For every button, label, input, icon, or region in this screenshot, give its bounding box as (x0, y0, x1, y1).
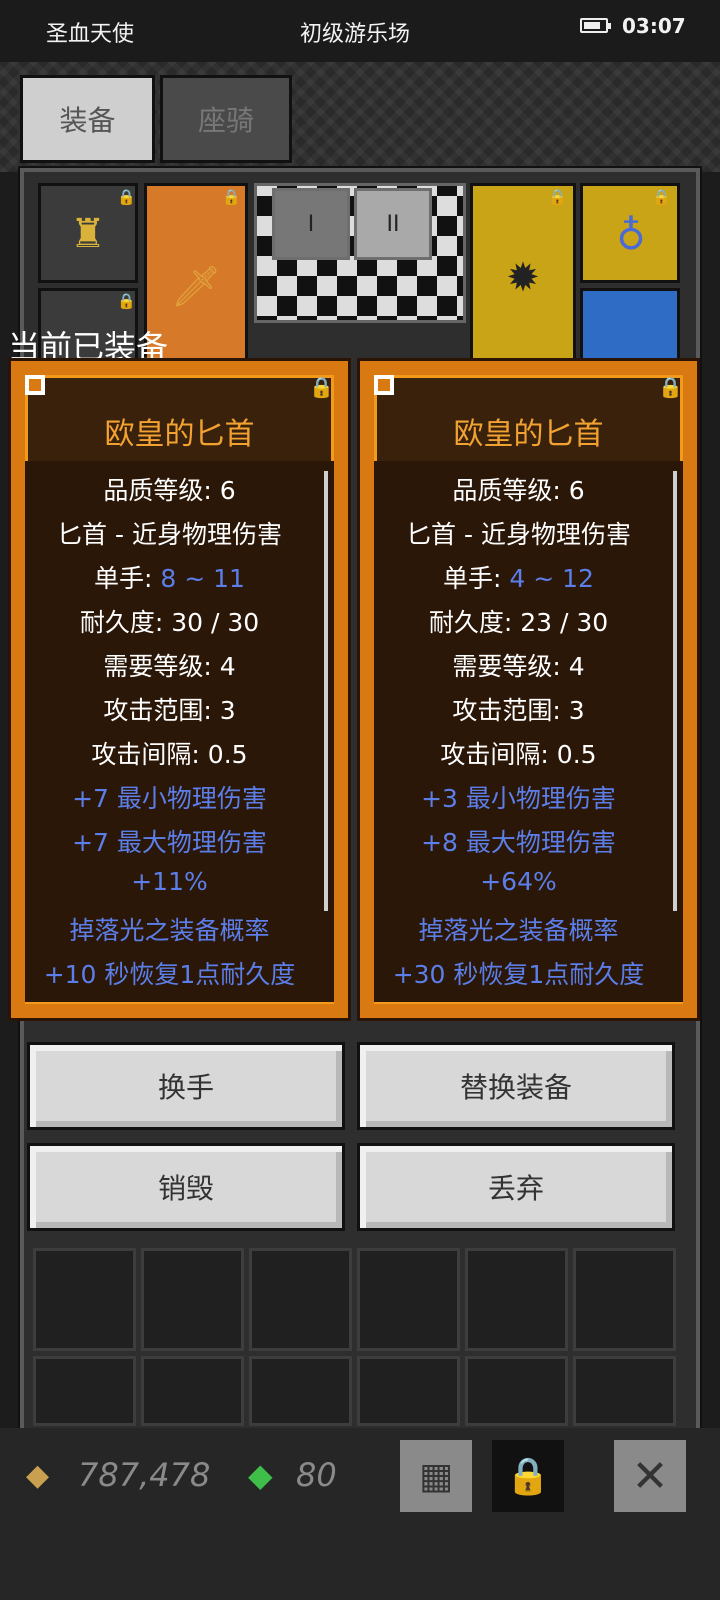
stat-type: 匕首 - 近身物理伤害 (57, 520, 282, 549)
stat-bonus: +3 最小物理伤害 (421, 784, 616, 813)
inventory-slot[interactable] (573, 1248, 676, 1351)
destroy-button[interactable]: 销毁 (27, 1143, 345, 1231)
stat-bonus: 掉落光之装备概率 (418, 916, 619, 945)
lock-icon[interactable]: 🔒 (309, 375, 334, 399)
stat-type: 匕首 - 近身物理伤害 (406, 520, 631, 549)
slot-ring[interactable] (580, 288, 680, 368)
stat-bonus: +64% (480, 867, 557, 896)
amulet-icon: ♁ (616, 213, 646, 259)
stat-bonus: 掉落光之装备概率 (69, 916, 270, 945)
dagger-icon: 🗡 (170, 263, 222, 310)
stat-interval: 攻击间隔: 0.5 (91, 740, 248, 769)
item-title: 欧皇的匕首 (104, 417, 255, 452)
inventory-slot[interactable] (33, 1248, 136, 1351)
scrollbar[interactable] (324, 471, 328, 911)
grid-view-button[interactable]: ▦ (400, 1440, 472, 1512)
stat-bonus: +8 最大物理伤害 (421, 828, 616, 857)
stat-bonus: +11% (131, 867, 208, 896)
corner-ornament (25, 375, 45, 395)
page-1-button[interactable]: I (272, 188, 350, 260)
inventory-slot[interactable] (357, 1356, 460, 1426)
status-location: 圣血天使 (46, 22, 135, 47)
battery-icon (580, 18, 611, 33)
close-icon: ✕ (631, 1450, 669, 1502)
stat-durability: 耐久度: 23 / 30 (428, 608, 609, 637)
stat-bonus: +30 秒恢复1点耐久度 (392, 960, 645, 989)
stat-durability: 耐久度: 30 / 30 (79, 608, 260, 637)
replace-equipment-button[interactable]: 替换装备 (357, 1042, 675, 1130)
stat-hand-label: 单手: (443, 564, 510, 593)
lock-icon: 🔒 (505, 1456, 551, 1497)
inventory-slot[interactable] (573, 1356, 676, 1426)
helmet-icon: ♜ (70, 210, 106, 257)
lock-icon: 🔒 (548, 188, 567, 206)
stat-hand-label: 单手: (94, 564, 161, 593)
page-2-button[interactable]: II (354, 188, 432, 260)
inventory-slot[interactable] (249, 1248, 352, 1351)
inventory-slot[interactable] (465, 1248, 568, 1351)
stat-level: 需要等级: 4 (103, 652, 236, 681)
gold-icon: ◆ (26, 1458, 50, 1493)
stat-level: 需要等级: 4 (452, 652, 585, 681)
item-stats[interactable]: 品质等级: 6 匕首 - 近身物理伤害 单手: 4 ~ 12 耐久度: 23 /… (374, 461, 683, 1002)
stat-hand-value: 8 ~ 11 (160, 564, 245, 593)
lock-button[interactable]: 🔒 (492, 1440, 564, 1512)
tab-mount[interactable]: 座骑 (160, 75, 292, 163)
status-time: 03:07 (622, 14, 686, 38)
grid-icon: ▦ (418, 1455, 453, 1497)
stat-bonus: +7 最小物理伤害 (72, 784, 267, 813)
inventory-slot[interactable] (357, 1248, 460, 1351)
inventory-slot[interactable] (141, 1356, 244, 1426)
mine-icon: ✹ (506, 255, 540, 301)
item-card-equipped: 🔒 欧皇的匕首 品质等级: 6 匕首 - 近身物理伤害 单手: 8 ~ 11 耐… (8, 358, 351, 1021)
inventory-slot[interactable] (141, 1248, 244, 1351)
gem-amount: 80 (296, 1456, 337, 1494)
stat-bonus: +7 最大物理伤害 (72, 828, 267, 857)
stat-hand-value: 4 ~ 12 (509, 564, 594, 593)
lock-icon[interactable]: 🔒 (658, 375, 683, 399)
gem-icon: ◆ (248, 1456, 273, 1494)
status-area: 初级游乐场 (300, 22, 411, 47)
close-button[interactable]: ✕ (614, 1440, 686, 1512)
item-title: 欧皇的匕首 (453, 417, 604, 452)
stat-quality: 品质等级: 6 (452, 476, 585, 505)
stat-range: 攻击范围: 3 (452, 696, 585, 725)
lock-icon: 🔒 (222, 188, 241, 206)
bottom-bar (0, 1428, 720, 1600)
tab-equipment[interactable]: 装备 (20, 75, 155, 163)
scrollbar[interactable] (673, 471, 677, 911)
corner-ornament (374, 375, 394, 395)
inventory-slot[interactable] (465, 1356, 568, 1426)
stat-hand: 单手: 8 ~ 11 (25, 559, 314, 595)
swap-hand-button[interactable]: 换手 (27, 1042, 345, 1130)
stat-range: 攻击范围: 3 (103, 696, 236, 725)
inventory-slot[interactable] (33, 1356, 136, 1426)
lock-icon: 🔒 (117, 188, 136, 206)
stat-interval: 攻击间隔: 0.5 (440, 740, 597, 769)
stat-quality: 品质等级: 6 (103, 476, 236, 505)
item-stats[interactable]: 品质等级: 6 匕首 - 近身物理伤害 单手: 8 ~ 11 耐久度: 30 /… (25, 461, 334, 1002)
gold-amount: 787,478 (78, 1456, 211, 1494)
item-card-selected: 🔒 欧皇的匕首 品质等级: 6 匕首 - 近身物理伤害 单手: 4 ~ 12 耐… (357, 358, 700, 1021)
stat-bonus: +10 秒恢复1点耐久度 (43, 960, 296, 989)
inventory-slot[interactable] (249, 1356, 352, 1426)
lock-icon: 🔒 (117, 292, 136, 310)
lock-icon: 🔒 (652, 188, 671, 206)
drop-button[interactable]: 丢弃 (357, 1143, 675, 1231)
stat-hand: 单手: 4 ~ 12 (374, 559, 663, 595)
